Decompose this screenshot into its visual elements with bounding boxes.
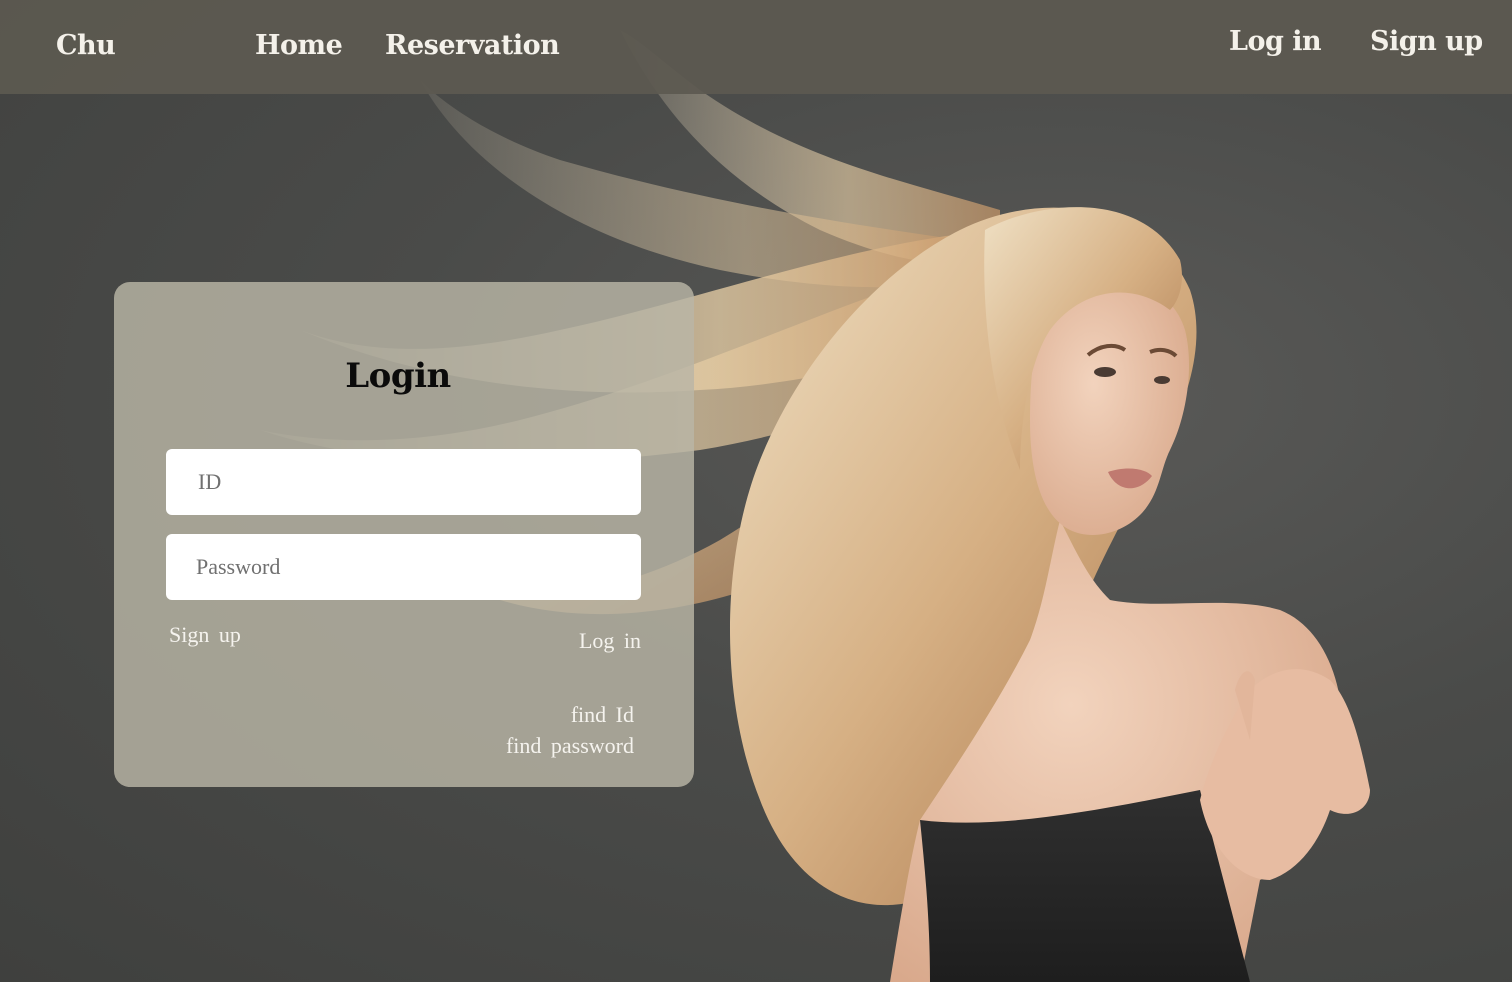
nav-signup-link[interactable]: Sign up: [1370, 26, 1483, 57]
nav-home-link[interactable]: Home: [255, 30, 343, 61]
id-input[interactable]: [166, 449, 641, 515]
password-input[interactable]: [166, 534, 641, 600]
top-navbar: Chu Home Reservation Log in Sign up: [0, 0, 1512, 94]
login-button[interactable]: Log in: [579, 628, 641, 654]
nav-login-link[interactable]: Log in: [1229, 26, 1322, 57]
find-id-link[interactable]: find Id: [571, 702, 634, 728]
login-card: Login Sign up Log in find Id find passwo…: [114, 282, 694, 787]
signup-link[interactable]: Sign up: [169, 622, 241, 648]
brand-logo[interactable]: Chu: [56, 30, 116, 61]
login-page: Chu Home Reservation Log in Sign up Logi…: [0, 0, 1512, 982]
nav-reservation-link[interactable]: Reservation: [385, 30, 560, 61]
login-title: Login: [345, 356, 451, 396]
find-password-link[interactable]: find password: [506, 733, 634, 759]
